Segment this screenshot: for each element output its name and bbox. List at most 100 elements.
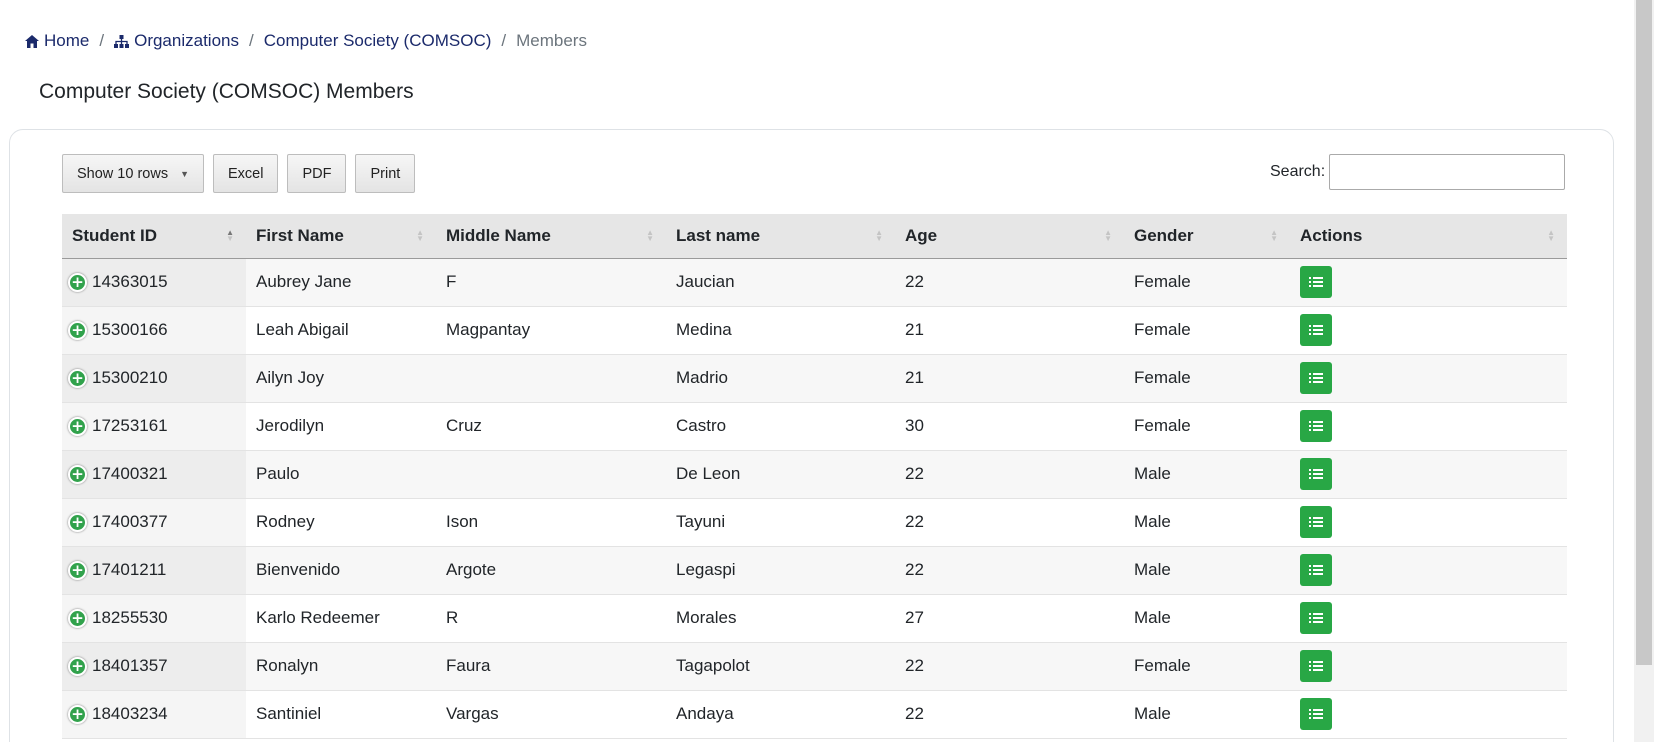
cell-last-name: Tayuni xyxy=(676,512,726,531)
plus-circle-icon[interactable]: + xyxy=(68,320,87,340)
scrollbar-thumb[interactable] xyxy=(1636,0,1652,665)
plus-circle-icon[interactable]: + xyxy=(68,560,87,580)
column-header-middle-name[interactable]: Middle Name ▲ ▼ xyxy=(436,214,666,258)
search-label: Search: xyxy=(1270,163,1326,180)
cell-last-name: De Leon xyxy=(676,464,741,483)
cell-last-name: Madrio xyxy=(676,368,728,387)
table-header-row: Student ID ▲ ▼ First Name ▲ ▼ Middle Name ▲ ▼ … xyxy=(62,214,1567,258)
list-icon xyxy=(1309,373,1323,383)
cell-actions xyxy=(1290,354,1567,402)
row-action-button[interactable] xyxy=(1300,698,1332,730)
breadcrumb-separator: / xyxy=(248,31,254,50)
column-header-last-name[interactable]: Last name ▲ ▼ xyxy=(666,214,895,258)
page-scrollbar[interactable] xyxy=(1634,0,1654,742)
plus-circle-icon[interactable]: + xyxy=(68,656,87,676)
home-icon xyxy=(25,34,39,48)
cell-gender: Female xyxy=(1134,656,1191,675)
student-id-text: 15300210 xyxy=(92,368,168,387)
cell-last-name: Tagapolot xyxy=(676,656,750,675)
table-row[interactable]: +14363015 Aubrey Jane F Jaucian 22 Female xyxy=(62,258,1567,306)
search-box: Search: xyxy=(1270,154,1566,190)
column-header-first-name[interactable]: First Name ▲ ▼ xyxy=(246,214,436,258)
table-row[interactable]: +18255530 Karlo Redeemer R Morales 27 Male xyxy=(62,594,1567,642)
sort-icon: ▲ ▼ xyxy=(1547,227,1555,243)
cell-first-name: Aubrey Jane xyxy=(256,272,352,291)
list-icon xyxy=(1309,517,1323,527)
show-rows-button[interactable]: Show 10 rows ▼ xyxy=(62,154,204,193)
pdf-button[interactable]: PDF xyxy=(287,154,347,193)
cell-gender: Female xyxy=(1134,416,1191,435)
print-button[interactable]: Print xyxy=(355,154,416,193)
column-header-actions[interactable]: Actions ▲ ▼ xyxy=(1290,214,1567,258)
table-row[interactable]: +18403234 Santiniel Vargas Andaya 22 Male xyxy=(62,690,1567,738)
list-icon xyxy=(1309,565,1323,575)
student-id-text: 18255530 xyxy=(92,608,168,627)
members-table: Student ID ▲ ▼ First Name ▲ ▼ Middle Name ▲ ▼ … xyxy=(62,214,1567,739)
cell-last-name: Morales xyxy=(676,608,737,627)
plus-circle-icon[interactable]: + xyxy=(68,704,87,724)
row-action-button[interactable] xyxy=(1300,506,1332,538)
cell-last-name: Jaucian xyxy=(676,272,735,291)
student-id-text: 17253161 xyxy=(92,416,168,435)
cell-age: 22 xyxy=(905,464,924,483)
table-row[interactable]: +17400377 Rodney Ison Tayuni 22 Male xyxy=(62,498,1567,546)
cell-middle-name: Vargas xyxy=(446,704,499,723)
table-row[interactable]: +17400321 Paulo De Leon 22 Male xyxy=(62,450,1567,498)
row-action-button[interactable] xyxy=(1300,410,1332,442)
cell-actions xyxy=(1290,642,1567,690)
breadcrumb-org-link[interactable]: Computer Society (COMSOC) xyxy=(264,31,492,51)
cell-age: 30 xyxy=(905,416,924,435)
cell-last-name: Legaspi xyxy=(676,560,736,579)
list-icon xyxy=(1309,421,1323,431)
sort-icon: ▲ ▼ xyxy=(1104,227,1112,243)
row-action-button[interactable] xyxy=(1300,458,1332,490)
excel-button[interactable]: Excel xyxy=(213,154,279,193)
student-id-text: 14363015 xyxy=(92,272,168,291)
sort-icon: ▲ ▼ xyxy=(646,227,654,243)
student-id-text: 17401211 xyxy=(92,560,167,579)
search-input[interactable] xyxy=(1329,154,1566,190)
cell-student-id: +17400377 xyxy=(62,498,246,546)
table-row[interactable]: +17401211 Bienvenido Argote Legaspi 22 Male xyxy=(62,546,1567,594)
cell-actions xyxy=(1290,498,1567,546)
row-action-button[interactable] xyxy=(1300,602,1332,634)
column-header-age[interactable]: Age ▲ ▼ xyxy=(895,214,1124,258)
breadcrumb: Home / Organizations / Computer Society … xyxy=(25,31,587,51)
plus-circle-icon[interactable]: + xyxy=(68,368,87,388)
cell-student-id: +15300166 xyxy=(62,306,246,354)
cell-last-name: Medina xyxy=(676,320,732,339)
table-row[interactable]: +18401357 Ronalyn Faura Tagapolot 22 Female xyxy=(62,642,1567,690)
sitemap-icon xyxy=(114,34,130,48)
plus-circle-icon[interactable]: + xyxy=(68,272,87,292)
row-action-button[interactable] xyxy=(1300,314,1332,346)
row-action-button[interactable] xyxy=(1300,266,1332,298)
plus-circle-icon[interactable]: + xyxy=(68,512,87,532)
table-row[interactable]: +15300166 Leah Abigail Magpantay Medina 21 Fe… xyxy=(62,306,1567,354)
cell-first-name: Karlo Redeemer xyxy=(256,608,380,627)
table-row[interactable]: +17253161 Jerodilyn Cruz Castro 30 Female xyxy=(62,402,1567,450)
plus-circle-icon[interactable]: + xyxy=(68,608,87,628)
cell-middle-name xyxy=(436,354,666,402)
row-action-button[interactable] xyxy=(1300,650,1332,682)
cell-last-name: Andaya xyxy=(676,704,734,723)
column-header-student-id[interactable]: Student ID ▲ ▼ xyxy=(62,214,246,258)
cell-student-id: +15300210 xyxy=(62,354,246,402)
cell-middle-name: Magpantay xyxy=(446,320,531,339)
cell-middle-name: Faura xyxy=(446,656,491,675)
plus-circle-icon[interactable]: + xyxy=(68,464,87,484)
cell-middle-name: Argote xyxy=(446,560,497,579)
plus-circle-icon[interactable]: + xyxy=(68,416,87,436)
column-header-gender[interactable]: Gender ▲ ▼ xyxy=(1124,214,1290,258)
breadcrumb-home-label: Home xyxy=(44,31,90,50)
cell-age: 22 xyxy=(905,272,924,291)
breadcrumb-home-link[interactable]: Home xyxy=(25,31,89,51)
cell-actions xyxy=(1290,594,1567,642)
breadcrumb-organizations-link[interactable]: Organizations xyxy=(114,31,239,51)
cell-age: 22 xyxy=(905,656,924,675)
table-row[interactable]: +15300210 Ailyn Joy Madrio 21 Female xyxy=(62,354,1567,402)
cell-first-name: Rodney xyxy=(256,512,315,531)
row-action-button[interactable] xyxy=(1300,362,1332,394)
row-action-button[interactable] xyxy=(1300,554,1332,586)
cell-student-id: +18401357 xyxy=(62,642,246,690)
cell-last-name: Castro xyxy=(676,416,727,435)
